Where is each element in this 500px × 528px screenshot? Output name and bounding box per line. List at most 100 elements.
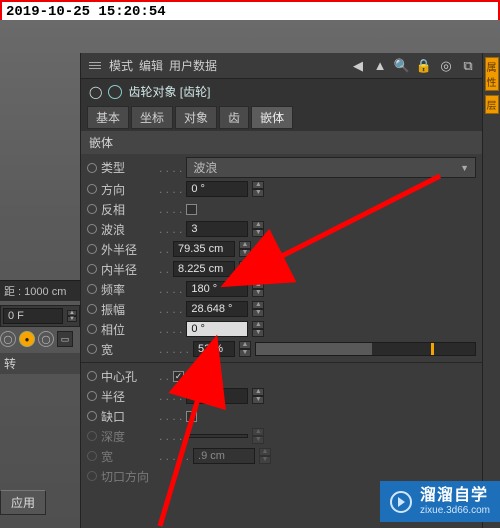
target-icon[interactable]: ◎ (438, 58, 454, 74)
frame-control[interactable]: 0 F ▲▼ (0, 305, 80, 327)
section-rotate-label: 转 (0, 353, 80, 374)
spinner[interactable]: ▲▼ (252, 281, 264, 297)
input-direction[interactable]: 0 ° (186, 181, 248, 197)
watermark-brand: 溜溜自学 (420, 487, 490, 505)
row-type: 类型 . . . . 波浪 ▼ (81, 156, 482, 179)
row-width2: 宽 . . . . . .9 cm ▲▼ (81, 446, 482, 466)
keyframe-record-icon[interactable]: ● (19, 331, 35, 347)
panel-menu-icon[interactable] (87, 60, 103, 71)
keyframe-next-icon[interactable]: ◯ (38, 331, 54, 347)
dropdown-type-value: 波浪 (193, 159, 217, 176)
input-frequency[interactable]: 180 ° (186, 281, 248, 297)
checkbox-center-hole[interactable]: ✓ (173, 371, 184, 382)
apply-button[interactable]: 应用 (0, 490, 46, 515)
input-width[interactable]: 53 % (193, 341, 235, 357)
tab-inlay[interactable]: 嵌体 (251, 106, 293, 129)
key-bullet[interactable] (87, 324, 97, 334)
new-tab-icon[interactable]: ⧉ (460, 58, 476, 74)
key-bullet[interactable] (87, 411, 97, 421)
checkbox-invert[interactable] (186, 204, 197, 215)
row-radius: 半径 . . . . 7.935 ▲▼ (81, 386, 482, 406)
key-bullet[interactable] (87, 284, 97, 294)
label-cut-direction: 切口方向 (101, 468, 155, 485)
spinner[interactable]: ▲▼ (252, 388, 264, 404)
label-radius: 半径 (101, 388, 155, 405)
row-invert: 反相 . . . . (81, 199, 482, 219)
row-inner-radius: 内半径 . . 8.225 cm ▲▼ (81, 259, 482, 279)
object-collapse-icon[interactable]: ◯ (89, 85, 102, 99)
property-rows: 类型 . . . . 波浪 ▼ 方向 . . . . 0 ° ▲▼ 反相 . .… (81, 154, 482, 488)
gear-icon (108, 85, 122, 99)
tab-coord[interactable]: 坐标 (131, 106, 173, 129)
frame-spinner[interactable]: ▲▼ (67, 310, 77, 322)
label-frequency: 频率 (101, 281, 155, 298)
spinner[interactable]: ▲▼ (239, 241, 251, 257)
row-amplitude: 振幅 . . . . 28.648 ° ▲▼ (81, 299, 482, 319)
menu-user-data[interactable]: 用户数据 (169, 57, 217, 74)
input-wave[interactable]: 3 (186, 221, 248, 237)
spinner[interactable]: ▲▼ (252, 321, 264, 337)
key-bullet[interactable] (87, 264, 97, 274)
key-bullet[interactable] (87, 224, 97, 234)
spinner[interactable]: ▲▼ (252, 301, 264, 317)
label-amplitude: 振幅 (101, 301, 155, 318)
input-amplitude[interactable]: 28.648 ° (186, 301, 248, 317)
label-direction: 方向 (101, 181, 155, 198)
keyframe-prev-icon[interactable]: ◯ (0, 331, 16, 347)
label-outer-radius: 外半径 (101, 241, 155, 258)
frame-input[interactable]: 0 F (3, 308, 63, 324)
spinner[interactable]: ▲▼ (239, 341, 251, 357)
label-notch: 缺口 (101, 408, 155, 425)
key-bullet (87, 431, 97, 441)
input-depth (186, 434, 248, 438)
tab-teeth[interactable]: 齿 (219, 106, 249, 129)
object-title: 齿轮对象 [齿轮] (128, 83, 210, 100)
spinner[interactable]: ▲▼ (239, 261, 251, 277)
nav-up-icon[interactable]: ▲ (372, 58, 388, 74)
row-outer-radius: 外半径 . . 79.35 cm ▲▼ (81, 239, 482, 259)
watermark-url: zixue.3d66.com (420, 505, 490, 516)
key-bullet[interactable] (87, 184, 97, 194)
key-bullet[interactable] (87, 304, 97, 314)
tab-attributes-vertical[interactable]: 属性 (485, 57, 499, 91)
key-bullet[interactable] (87, 344, 97, 354)
slider-width[interactable] (255, 342, 476, 356)
dropdown-type[interactable]: 波浪 ▼ (186, 157, 476, 178)
nav-back-icon[interactable]: ◀ (350, 58, 366, 74)
tab-basic[interactable]: 基本 (87, 106, 129, 129)
spinner: ▲▼ (259, 448, 271, 464)
input-inner-radius[interactable]: 8.225 cm (173, 261, 235, 277)
tab-object[interactable]: 对象 (175, 106, 217, 129)
spinner: ▲▼ (252, 428, 264, 444)
timeline-tool-icon[interactable]: ▭ (57, 331, 73, 347)
search-icon[interactable]: 🔍 (394, 58, 410, 74)
label-invert: 反相 (101, 201, 155, 218)
input-outer-radius[interactable]: 79.35 cm (173, 241, 235, 257)
row-phase: 相位 . . . . 0 ° ▲▼ (81, 319, 482, 339)
tab-layers-vertical[interactable]: 层 (485, 95, 499, 114)
chevron-down-icon: ▼ (460, 163, 469, 173)
apply-row: 应用 (0, 490, 80, 515)
menu-edit[interactable]: 编辑 (139, 57, 163, 74)
key-bullet[interactable] (87, 371, 97, 381)
key-bullet[interactable] (87, 391, 97, 401)
lock-icon[interactable]: 🔒 (416, 58, 432, 74)
label-inner-radius: 内半径 (101, 261, 155, 278)
left-sidebar-fragment: 距 : 1000 cm 0 F ▲▼ ◯ ● ◯ ▭ 转 应用 (0, 280, 80, 515)
right-docked-strip: 属性 层 (482, 53, 500, 528)
spinner[interactable]: ▲▼ (252, 181, 264, 197)
row-direction: 方向 . . . . 0 ° ▲▼ (81, 179, 482, 199)
key-bullet[interactable] (87, 163, 97, 173)
label-center-hole: 中心孔 (101, 368, 155, 385)
checkbox-notch[interactable] (186, 411, 197, 422)
menu-mode[interactable]: 模式 (109, 57, 133, 74)
key-bullet[interactable] (87, 204, 97, 214)
input-radius[interactable]: 7.935 (186, 388, 248, 404)
timeline-icon-row: ◯ ● ◯ ▭ (0, 331, 80, 347)
input-phase[interactable]: 0 ° (186, 321, 248, 337)
attribute-tabs: 基本 坐标 对象 齿 嵌体 (81, 104, 482, 131)
label-depth: 深度 (101, 428, 155, 445)
spinner[interactable]: ▲▼ (252, 221, 264, 237)
object-header: ◯ 齿轮对象 [齿轮] (81, 79, 482, 104)
key-bullet[interactable] (87, 244, 97, 254)
